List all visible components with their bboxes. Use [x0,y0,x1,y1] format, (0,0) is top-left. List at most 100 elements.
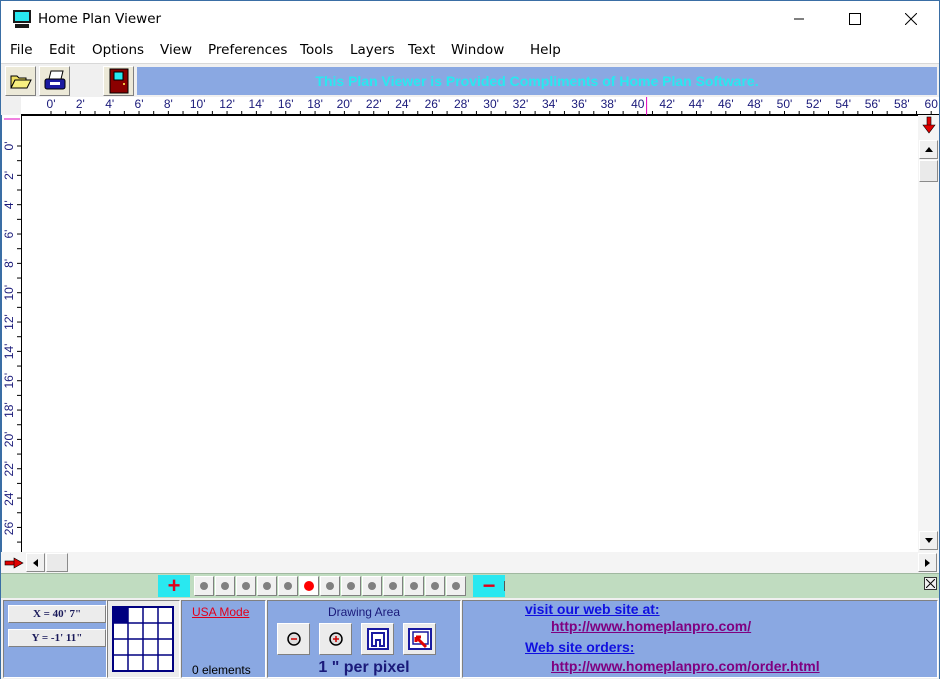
layer-dot-icon [200,582,208,590]
layer-button[interactable] [446,576,466,596]
red-arrow-right-icon [4,556,24,569]
ruler-label: 4' [2,200,16,209]
window-title: Home Plan Viewer [38,11,162,27]
ruler-label: 16' [278,97,294,111]
layer-button[interactable] [362,576,382,596]
x-coordinate: X = 40' 7" [8,605,106,623]
zoom-out-button[interactable] [277,623,310,655]
ruler-label: 22' [366,97,382,111]
minimize-button[interactable] [771,1,827,37]
layer-button[interactable] [404,576,424,596]
menu-tools[interactable]: Tools [300,42,333,58]
maximize-icon [849,13,861,25]
drawing-canvas[interactable] [21,115,918,552]
open-button[interactable] [5,66,36,96]
mode-panel: USA Mode 0 elements [181,600,266,678]
menu-edit[interactable]: Edit [49,42,75,58]
add-layer-button[interactable]: + [158,573,190,598]
visit-website-link[interactable]: visit our web site at: [525,601,660,617]
layer-button[interactable] [194,576,214,596]
layer-button[interactable] [320,576,340,596]
elements-count: 0 elements [192,663,251,677]
orders-url-link[interactable]: http://www.homeplanpro.com/order.html [551,658,820,674]
ruler-label: 34' [542,97,558,111]
maximize-button[interactable] [827,1,883,37]
y-coordinate: Y = -1' 11" [8,629,106,647]
vertical-ruler-scale: 0' 2' 4' 6' 8' 10' 12' 14' 16' 18' 20' 22' 24' 26' [2,115,22,552]
monitor-app-icon [13,10,31,28]
page-navigator[interactable] [107,600,180,678]
layer-dot-icon [284,582,292,590]
layer-button[interactable] [257,576,277,596]
scroll-to-origin-right-button[interactable] [2,553,25,572]
page-grid-icon [112,606,174,672]
fit-page-button[interactable] [361,623,394,655]
ruler-label: 14' [2,344,16,360]
folder-open-icon [9,75,32,89]
ruler-label: 18' [2,402,16,418]
layer-button[interactable] [383,576,403,596]
ruler-label: 0' [47,97,56,111]
vertical-scrollbar[interactable] [918,115,939,552]
menu-view[interactable]: View [160,42,192,58]
website-url-link[interactable]: http://www.homeplanpro.com/ [551,618,751,634]
layer-dot-icon [347,582,355,590]
ruler-label: 12' [2,314,16,330]
exit-button[interactable] [103,66,134,96]
layer-button[interactable] [278,576,298,596]
layer-dot-icon [242,582,250,590]
layer-button[interactable] [425,576,445,596]
ruler-label: 48' [747,97,763,111]
orders-label-link[interactable]: Web site orders: [525,639,634,655]
fit-page-icon [366,628,389,650]
scroll-to-origin-down-button[interactable] [919,115,938,134]
remove-layer-button[interactable]: − [473,573,505,598]
layer-dot-icon [431,582,439,590]
menu-options[interactable]: Options [92,42,144,58]
scroll-up-button[interactable] [919,140,938,159]
scroll-left-button[interactable] [26,553,45,572]
print-button[interactable] [39,66,70,96]
arrow-left-icon [33,558,38,567]
horizontal-scrollbar[interactable] [1,552,939,573]
printer-icon [44,70,65,90]
menu-file[interactable]: File [10,42,33,58]
scroll-down-button[interactable] [919,531,938,550]
layer-button[interactable] [215,576,235,596]
menu-text[interactable]: Text [408,42,435,58]
red-arrow-down-icon [921,116,936,133]
layer-button[interactable] [341,576,361,596]
close-button[interactable] [883,1,939,37]
zoom-in-button[interactable] [319,623,352,655]
menu-preferences[interactable]: Preferences [208,42,287,58]
ruler-label: 12' [219,97,235,111]
minus-icon: − [482,573,496,598]
zoom-window-button[interactable] [403,623,436,655]
ruler-label: 58' [894,97,910,111]
ruler-label: 30' [483,97,499,111]
arrow-right-icon [925,558,930,567]
ruler-label: 24' [395,97,411,111]
menu-window[interactable]: Window [451,42,504,58]
menu-layers[interactable]: Layers [350,42,395,58]
app-window: Home Plan Viewer File Edit Options View … [0,0,940,679]
layer-button-active[interactable] [299,576,319,596]
promo-banner: This Plan Viewer is Provided Compliments… [137,67,937,95]
close-panel-button[interactable] [924,577,937,590]
layer-bar-divider [504,581,505,591]
status-panel: X = 40' 7" Y = -1' 11" USA Mode 0 elemen… [1,598,939,679]
ruler-label: 56' [865,97,881,111]
zoom-in-icon [328,632,343,646]
usa-mode-link[interactable]: USA Mode [192,605,249,619]
vertical-scroll-thumb[interactable] [919,160,938,182]
ruler-label: 8' [164,97,173,111]
scroll-right-button[interactable] [918,553,937,572]
horizontal-scroll-thumb[interactable] [46,553,68,572]
ruler-label: 6' [2,230,16,239]
zoom-out-icon [286,632,301,646]
arrow-down-icon [924,538,933,543]
ruler-label: 22' [2,461,16,477]
layer-button[interactable] [236,576,256,596]
menu-help[interactable]: Help [530,42,561,58]
ruler-label: 20' [2,432,16,448]
